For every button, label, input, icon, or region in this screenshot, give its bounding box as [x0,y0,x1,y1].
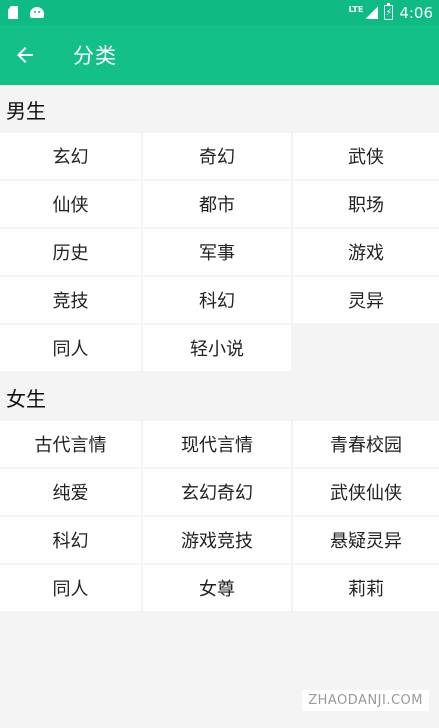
category-item[interactable]: 莉莉 [293,565,439,611]
page-title: 分类 [73,44,117,68]
category-item[interactable]: 科幻 [143,277,291,323]
category-item[interactable]: 科幻 [0,517,141,563]
category-item[interactable]: 青春校园 [293,421,439,467]
category-item[interactable]: 古代言情 [0,421,141,467]
category-item[interactable]: 玄幻 [0,133,141,179]
category-item[interactable]: 同人 [0,325,141,371]
category-item[interactable]: 纯爱 [0,469,141,515]
status-notifications [8,6,44,19]
category-item[interactable]: 都市 [143,181,291,227]
category-item[interactable]: 同人 [0,565,141,611]
status-indicators: LTE ⚡ 4:06 [348,3,433,22]
category-item[interactable]: 现代言情 [143,421,291,467]
category-item[interactable]: 轻小说 [143,325,291,371]
arrow-back-icon[interactable] [13,43,37,67]
category-item[interactable]: 竞技 [0,277,141,323]
status-bar: LTE ⚡ 4:06 [0,0,439,25]
watermark: ZHAODANJI.COM [302,690,429,711]
category-item[interactable]: 女尊 [143,565,291,611]
category-item[interactable]: 游戏 [293,229,439,275]
category-item[interactable]: 灵异 [293,277,439,323]
category-grid-female: 古代言情 现代言情 青春校园 纯爱 玄幻奇幻 武侠仙侠 科幻 游戏竞技 悬疑灵异… [0,421,439,613]
category-item[interactable]: 历史 [0,229,141,275]
category-item[interactable]: 武侠 [293,133,439,179]
section-header-male: 男生 [6,98,46,123]
signal-icon [365,6,379,19]
category-item[interactable]: 军事 [143,229,291,275]
category-item[interactable]: 悬疑灵异 [293,517,439,563]
category-list: 男生 玄幻 奇幻 武侠 仙侠 都市 职场 历史 军事 游戏 竞技 科幻 灵异 同… [0,85,439,613]
section-header-female: 女生 [6,386,46,411]
status-time: 4:06 [399,3,433,22]
app-bar: 分类 [0,25,439,85]
battery-charging-icon: ⚡ [384,3,394,20]
android-icon [30,7,44,18]
category-item[interactable]: 职场 [293,181,439,227]
category-item[interactable]: 仙侠 [0,181,141,227]
category-item[interactable]: 奇幻 [143,133,291,179]
category-item[interactable]: 武侠仙侠 [293,469,439,515]
category-item[interactable]: 游戏竞技 [143,517,291,563]
category-item[interactable]: 玄幻奇幻 [143,469,291,515]
network-type-label: LTE [348,4,364,14]
sd-card-icon [8,6,18,19]
category-grid-male: 玄幻 奇幻 武侠 仙侠 都市 职场 历史 军事 游戏 竞技 科幻 灵异 同人 轻… [0,133,439,373]
